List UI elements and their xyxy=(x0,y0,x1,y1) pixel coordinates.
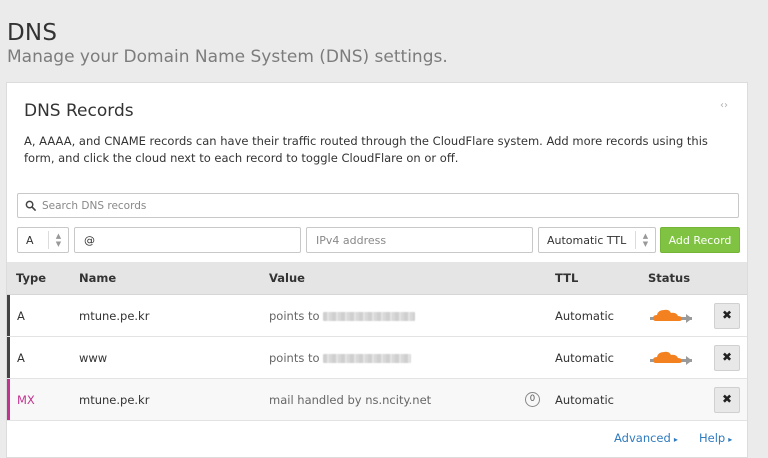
table-row: A www points to Automatic ✖ xyxy=(7,337,747,379)
help-label: Help xyxy=(699,431,726,445)
row-type[interactable]: MX xyxy=(17,393,35,407)
card-description: A, AAAA, and CNAME records can have thei… xyxy=(24,134,708,165)
redacted-ip xyxy=(322,312,415,321)
row-marker xyxy=(7,295,10,336)
row-marker xyxy=(7,337,10,378)
record-type-select[interactable]: A ▲ ▼ xyxy=(17,227,69,253)
search-input[interactable] xyxy=(42,196,732,215)
redacted-ip xyxy=(322,354,411,363)
header-status: Status xyxy=(648,271,691,285)
advanced-label: Advanced xyxy=(614,431,671,445)
header-type: Type xyxy=(16,271,47,285)
row-ttl[interactable]: Automatic xyxy=(555,309,614,323)
add-record-form: A ▲▼ Automatic TTL ▲▼ Add Record xyxy=(17,227,741,253)
close-icon: ✖ xyxy=(721,308,733,322)
close-icon: ✖ xyxy=(721,392,733,406)
row-value-prefix: points to xyxy=(269,309,320,323)
row-name[interactable]: www xyxy=(79,351,107,365)
row-type[interactable]: A xyxy=(17,309,25,323)
chevron-right-icon: ▸ xyxy=(728,435,733,444)
delete-record-button[interactable]: ✖ xyxy=(714,387,740,413)
help-link[interactable]: Help ▸ xyxy=(699,431,732,445)
header-name: Name xyxy=(79,271,117,285)
record-name-input[interactable] xyxy=(74,227,301,253)
row-value[interactable]: mail handled by ns.ncity.net xyxy=(269,393,431,407)
record-type-value: A xyxy=(26,234,34,247)
row-value-prefix: points to xyxy=(269,351,320,365)
collapse-icon[interactable]: ‹› xyxy=(720,100,728,111)
close-icon: ✖ xyxy=(721,350,733,364)
row-value[interactable]: points to xyxy=(269,309,415,323)
card-title: DNS Records xyxy=(24,101,134,121)
table-row: A mtune.pe.kr points to Automatic ✖ xyxy=(7,295,747,337)
delete-record-button[interactable]: ✖ xyxy=(714,303,740,329)
row-ttl[interactable]: Automatic xyxy=(555,393,614,407)
add-record-button[interactable]: Add Record xyxy=(660,227,740,253)
row-name[interactable]: mtune.pe.kr xyxy=(79,393,149,407)
priority-badge[interactable]: 0 xyxy=(525,392,540,407)
row-marker xyxy=(7,379,10,420)
search-icon xyxy=(25,200,36,211)
advanced-link[interactable]: Advanced ▸ xyxy=(614,431,678,445)
page-subtitle: Manage your Domain Name System (DNS) set… xyxy=(7,47,448,67)
updown-arrow-icon: ▲ ▼ xyxy=(48,231,68,249)
dns-records-card: DNS Records ‹› A, AAAA, and CNAME record… xyxy=(6,82,748,458)
ttl-select-value: Automatic TTL xyxy=(547,234,627,247)
row-value[interactable]: points to xyxy=(269,351,411,365)
updown-arrow-icon: ▲ ▼ xyxy=(635,231,655,249)
cloud-icon[interactable] xyxy=(650,348,692,368)
record-value-input[interactable] xyxy=(306,227,533,253)
header-ttl: TTL xyxy=(555,271,579,285)
table-header: Type Name Value TTL Status xyxy=(7,262,747,295)
row-ttl[interactable]: Automatic xyxy=(555,351,614,365)
search-box[interactable] xyxy=(17,193,739,218)
header-value: Value xyxy=(269,271,305,285)
table-row: MX mtune.pe.kr mail handled by ns.ncity.… xyxy=(7,379,747,421)
row-name[interactable]: mtune.pe.kr xyxy=(79,309,149,323)
page-title: DNS xyxy=(7,20,58,46)
row-type[interactable]: A xyxy=(17,351,25,365)
cloud-icon[interactable] xyxy=(650,306,692,326)
ttl-select[interactable]: Automatic TTL ▲ ▼ xyxy=(538,227,656,253)
chevron-right-icon: ▸ xyxy=(673,435,678,444)
delete-record-button[interactable]: ✖ xyxy=(714,345,740,371)
